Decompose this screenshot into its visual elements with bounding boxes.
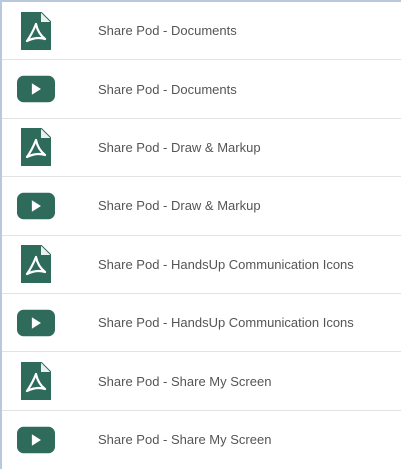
list-item-label: Share Pod - Documents bbox=[98, 81, 237, 97]
list-item-label: Share Pod - Draw & Markup bbox=[98, 198, 261, 214]
list-item-label: Share Pod - HandsUp Communication Icons bbox=[98, 256, 354, 272]
list-item[interactable]: Share Pod - Draw & Markup bbox=[2, 119, 401, 178]
list-item[interactable]: Share Pod - Share My Screen bbox=[2, 352, 401, 411]
list-item[interactable]: Share Pod - Documents bbox=[2, 2, 401, 61]
list-item-label: Share Pod - Share My Screen bbox=[98, 432, 272, 448]
video-play-icon bbox=[17, 303, 55, 343]
pdf-icon bbox=[17, 11, 55, 51]
list-item-label: Share Pod - Draw & Markup bbox=[98, 139, 261, 155]
list-item-label: Share Pod - HandsUp Communication Icons bbox=[98, 315, 354, 331]
list-item-label: Share Pod - Documents bbox=[98, 23, 237, 39]
pdf-icon bbox=[17, 244, 55, 284]
list-item[interactable]: Share Pod - Documents bbox=[2, 60, 401, 119]
resource-list-panel: Share Pod - Documents Share Pod - Docume… bbox=[0, 0, 401, 469]
list-item-label: Share Pod - Share My Screen bbox=[98, 373, 272, 389]
list-item[interactable]: Share Pod - HandsUp Communication Icons bbox=[2, 294, 401, 353]
video-play-icon bbox=[17, 69, 55, 109]
list-item[interactable]: Share Pod - Draw & Markup bbox=[2, 177, 401, 236]
list-item[interactable]: Share Pod - HandsUp Communication Icons bbox=[2, 236, 401, 294]
list-item[interactable]: Share Pod - Share My Screen bbox=[2, 411, 401, 469]
video-play-icon bbox=[17, 420, 55, 460]
resource-list: Share Pod - Documents Share Pod - Docume… bbox=[2, 2, 401, 469]
pdf-icon bbox=[17, 361, 55, 401]
pdf-icon bbox=[17, 127, 55, 167]
video-play-icon bbox=[17, 186, 55, 226]
